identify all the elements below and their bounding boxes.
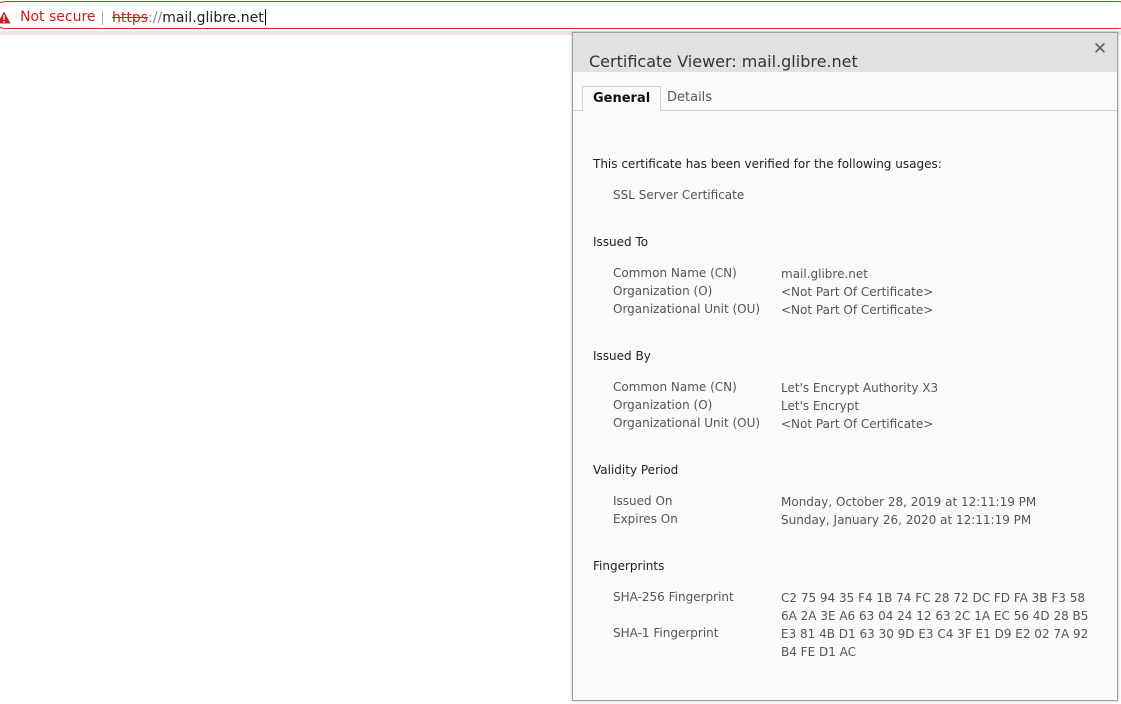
issued-by-heading: Issued By xyxy=(593,349,651,363)
field-label: Issued On xyxy=(613,494,673,508)
fingerprints-heading: Fingerprints xyxy=(593,559,665,573)
field-label: Organizational Unit (OU) xyxy=(613,302,761,316)
url-text[interactable]: https://mail.glibre.net xyxy=(112,9,266,26)
validity-heading: Validity Period xyxy=(593,463,679,477)
field-label: Expires On xyxy=(613,512,678,526)
issued-to-heading: Issued To xyxy=(593,235,649,249)
field-value: Let's Encrypt xyxy=(781,399,860,413)
field-value: Let's Encrypt Authority X3 xyxy=(781,381,939,395)
close-icon[interactable]: ✕ xyxy=(1091,40,1109,58)
field-value: <Not Part Of Certificate> xyxy=(781,417,934,431)
certificate-viewer-dialog: Certificate Viewer: mail.glibre.net ✕ Ge… xyxy=(572,32,1118,701)
field-value: C2 75 94 35 F4 1B 74 FC 28 72 DC FD FA 3… xyxy=(781,591,1085,605)
field-label: Organization (O) xyxy=(613,284,713,298)
usages-heading: This certificate has been verified for t… xyxy=(593,157,942,171)
field-value: Monday, October 28, 2019 at 12:11:19 PM xyxy=(781,495,1037,509)
tab-general[interactable]: General xyxy=(582,86,662,111)
field-value: <Not Part Of Certificate> xyxy=(781,285,934,299)
dialog-header: Certificate Viewer: mail.glibre.net ✕ xyxy=(573,33,1117,72)
warning-triangle-icon[interactable] xyxy=(0,11,11,24)
field-label: Common Name (CN) xyxy=(613,380,737,394)
tab-details[interactable]: Details xyxy=(657,86,722,110)
field-value: B4 FE D1 AC xyxy=(781,645,857,659)
field-value: Sunday, January 26, 2020 at 12:11:19 PM xyxy=(781,513,1032,527)
field-value: <Not Part Of Certificate> xyxy=(781,303,934,317)
field-label: Organization (O) xyxy=(613,398,713,412)
field-label: SHA-256 Fingerprint xyxy=(613,590,734,604)
divider xyxy=(102,11,103,25)
usage-item: SSL Server Certificate xyxy=(613,188,745,202)
tab-bar: General Details xyxy=(573,86,1117,111)
text-caret xyxy=(264,9,266,25)
field-label: Organizational Unit (OU) xyxy=(613,416,761,430)
field-value: E3 81 4B D1 63 30 9D E3 C4 3F E1 D9 E2 0… xyxy=(781,627,1089,641)
dialog-title: Certificate Viewer: mail.glibre.net xyxy=(589,52,858,71)
field-label: Common Name (CN) xyxy=(613,266,737,280)
url-separator: :// xyxy=(148,10,163,26)
address-bar[interactable]: Not secure https://mail.glibre.net xyxy=(0,1,1121,29)
url-host: mail.glibre.net xyxy=(162,10,264,26)
field-label: SHA-1 Fingerprint xyxy=(613,626,719,640)
field-value: 6A 2A 3E A6 63 04 24 12 63 2C 1A EC 56 4… xyxy=(781,609,1089,623)
security-status-label[interactable]: Not secure xyxy=(20,9,96,25)
url-scheme: https xyxy=(112,10,149,26)
field-value: mail.glibre.net xyxy=(781,267,868,281)
